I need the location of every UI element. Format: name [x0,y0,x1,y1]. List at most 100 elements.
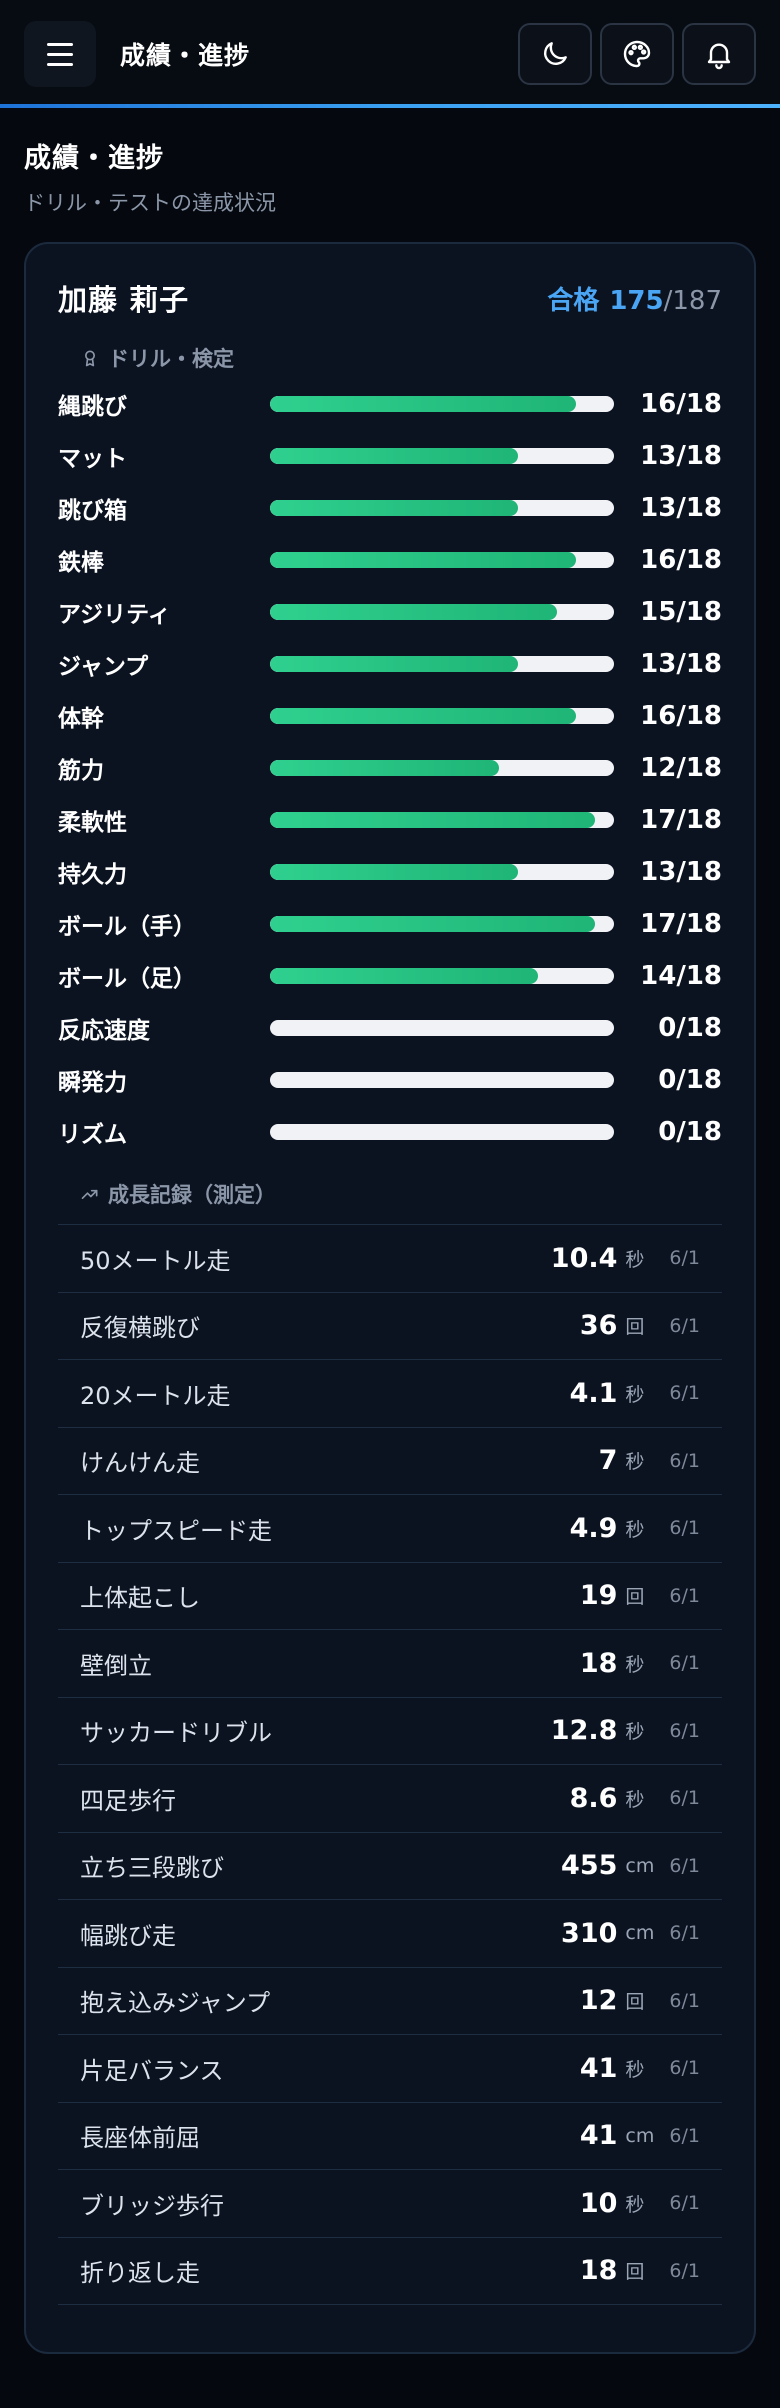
drill-row: ボール（足） 14/18 [58,950,722,1002]
drill-progress-track [270,604,614,620]
drills-heading-label: ドリル・検定 [108,347,234,371]
drill-row: アジリティ 15/18 [58,586,722,638]
drill-label: 瞬発力 [58,1070,127,1096]
drill-label: 反応速度 [58,1018,150,1044]
measurement-date: 6/1 [669,1382,700,1405]
measurement-value: 10 [579,2187,618,2219]
drill-progress-track [270,864,614,880]
measurement-name: けんけん走 [80,1449,200,1478]
measurement-row[interactable]: 片足バランス 41 秒 6/1 [58,2035,722,2103]
drill-progress-fill [270,760,500,776]
drill-list: 縄跳び 16/18 マット 13/18 跳び箱 13/18 鉄棒 16/18 アジリティ 15/1… [58,378,722,1158]
measurement-row[interactable]: けんけん走 7 秒 6/1 [58,1428,722,1495]
drill-row: 反応速度 0/18 [58,1002,722,1054]
measurement-date: 6/1 [669,2057,700,2080]
drill-score: 16/18 [640,389,722,419]
measurement-row[interactable]: 壁倒立 18 秒 6/1 [58,1630,722,1698]
drill-label: 筋力 [58,758,104,784]
measurement-date: 6/1 [669,1247,700,1270]
drill-row: 体幹 16/18 [58,690,722,742]
page-title: 成績・進捗 [24,143,164,174]
measurement-value: 12 [579,1985,618,2017]
drill-score: 13/18 [640,441,722,471]
drill-row: ジャンプ 13/18 [58,638,722,690]
measurement-unit: 秒 [625,1653,645,1676]
drill-label: ジャンプ [58,654,149,680]
palette-icon [623,40,651,68]
page-header: 成績・進捗 ドリル・テストの達成状況 [0,108,780,217]
measurement-unit: cm [625,1922,655,1945]
drill-score: 16/18 [640,545,722,575]
drill-row: 縄跳び 16/18 [58,378,722,430]
hamburger-icon [47,42,73,46]
measurement-date: 6/1 [669,1449,700,1472]
measurement-row[interactable]: サッカードリブル 12.8 秒 6/1 [58,1698,722,1765]
measurement-row[interactable]: 折り返し走 18 回 6/1 [58,2238,722,2305]
measurement-value: 10.4 [550,1242,618,1274]
measurement-name: 20メートル走 [80,1381,231,1410]
drill-row: 瞬発力 0/18 [58,1054,722,1106]
measurement-unit: 秒 [625,1518,645,1541]
drill-label: アジリティ [58,602,171,628]
measurement-date: 6/1 [669,1922,700,1945]
measurement-unit: 回 [625,1586,645,1609]
drill-progress-track [270,500,614,516]
award-icon [85,350,95,367]
drill-progress-track [270,1072,614,1088]
drill-label: 柔軟性 [58,810,127,836]
measurement-row[interactable]: トップスピード走 4.9 秒 6/1 [58,1495,722,1563]
drill-progress-track [270,396,614,412]
drill-score: 0/18 [658,1065,722,1095]
measurement-row[interactable]: 立ち三段跳び 455 cm 6/1 [58,1833,722,1900]
palette-button[interactable] [600,23,674,85]
menu-button[interactable] [24,21,96,87]
measurement-value: 36 [579,1310,618,1342]
measurement-row[interactable]: 反復横跳び 36 回 6/1 [58,1293,722,1360]
measurement-row[interactable]: 抱え込みジャンプ 12 回 6/1 [58,1968,722,2035]
measurement-row[interactable]: 四足歩行 8.6 秒 6/1 [58,1765,722,1833]
measurement-date: 6/1 [669,1787,700,1810]
notifications-button[interactable] [682,23,756,85]
drill-progress-fill [270,812,595,828]
measurement-row[interactable]: ブリッジ歩行 10 秒 6/1 [58,2170,722,2238]
measurement-name: 立ち三段跳び [80,1854,224,1883]
app-header: 成績・進捗 [0,0,780,108]
measurement-row[interactable]: 幅跳び走 310 cm 6/1 [58,1900,722,1968]
measurement-date: 6/1 [669,1719,700,1742]
drill-progress-fill [270,396,576,412]
measurement-date: 6/1 [669,1584,700,1607]
app-title: 成績・進捗 [120,41,251,70]
drill-progress-track [270,708,614,724]
drill-label: 跳び箱 [58,498,127,524]
drill-progress-track [270,916,614,932]
page-subtitle: ドリル・テストの達成状況 [24,191,276,215]
drill-score: 0/18 [658,1013,722,1043]
measurement-value: 18 [579,2255,618,2287]
drill-progress-fill [270,448,519,464]
measurement-value: 7 [598,1445,618,1477]
drill-progress-track [270,968,614,984]
pass-total: /187 [663,285,722,316]
drill-score: 15/18 [640,597,722,627]
measurement-row[interactable]: 50メートル走 10.4 秒 6/1 [58,1225,722,1293]
drill-label: 縄跳び [58,394,127,420]
drill-label: リズム [58,1122,127,1148]
measurement-unit: 回 [625,2261,645,2284]
measurement-row[interactable]: 長座体前屈 41 cm 6/1 [58,2103,722,2170]
measurement-name: 50メートル走 [80,1246,231,1275]
measurement-name: 上体起こし [80,1584,200,1613]
drill-label: ボール（足） [58,966,196,992]
measurement-name: 幅跳び走 [80,1921,176,1950]
drill-progress-fill [270,500,519,516]
drill-score: 16/18 [640,701,722,731]
measurement-row[interactable]: 20メートル走 4.1 秒 6/1 [58,1360,722,1428]
drill-row: 鉄棒 16/18 [58,534,722,586]
measurement-list: 50メートル走 10.4 秒 6/1 反復横跳び 36 回 6/1 20メートル走 4.1 秒 6/1… [58,1224,722,2305]
measurement-row[interactable]: 上体起こし 19 回 6/1 [58,1563,722,1630]
student-name: 加藤 莉子 [58,283,190,317]
theme-toggle-button[interactable] [518,23,592,85]
measurement-unit: cm [625,2124,655,2147]
measurement-value: 4.9 [569,1512,618,1544]
measurement-date: 6/1 [669,1652,700,1675]
measurement-unit: 秒 [625,2193,645,2216]
